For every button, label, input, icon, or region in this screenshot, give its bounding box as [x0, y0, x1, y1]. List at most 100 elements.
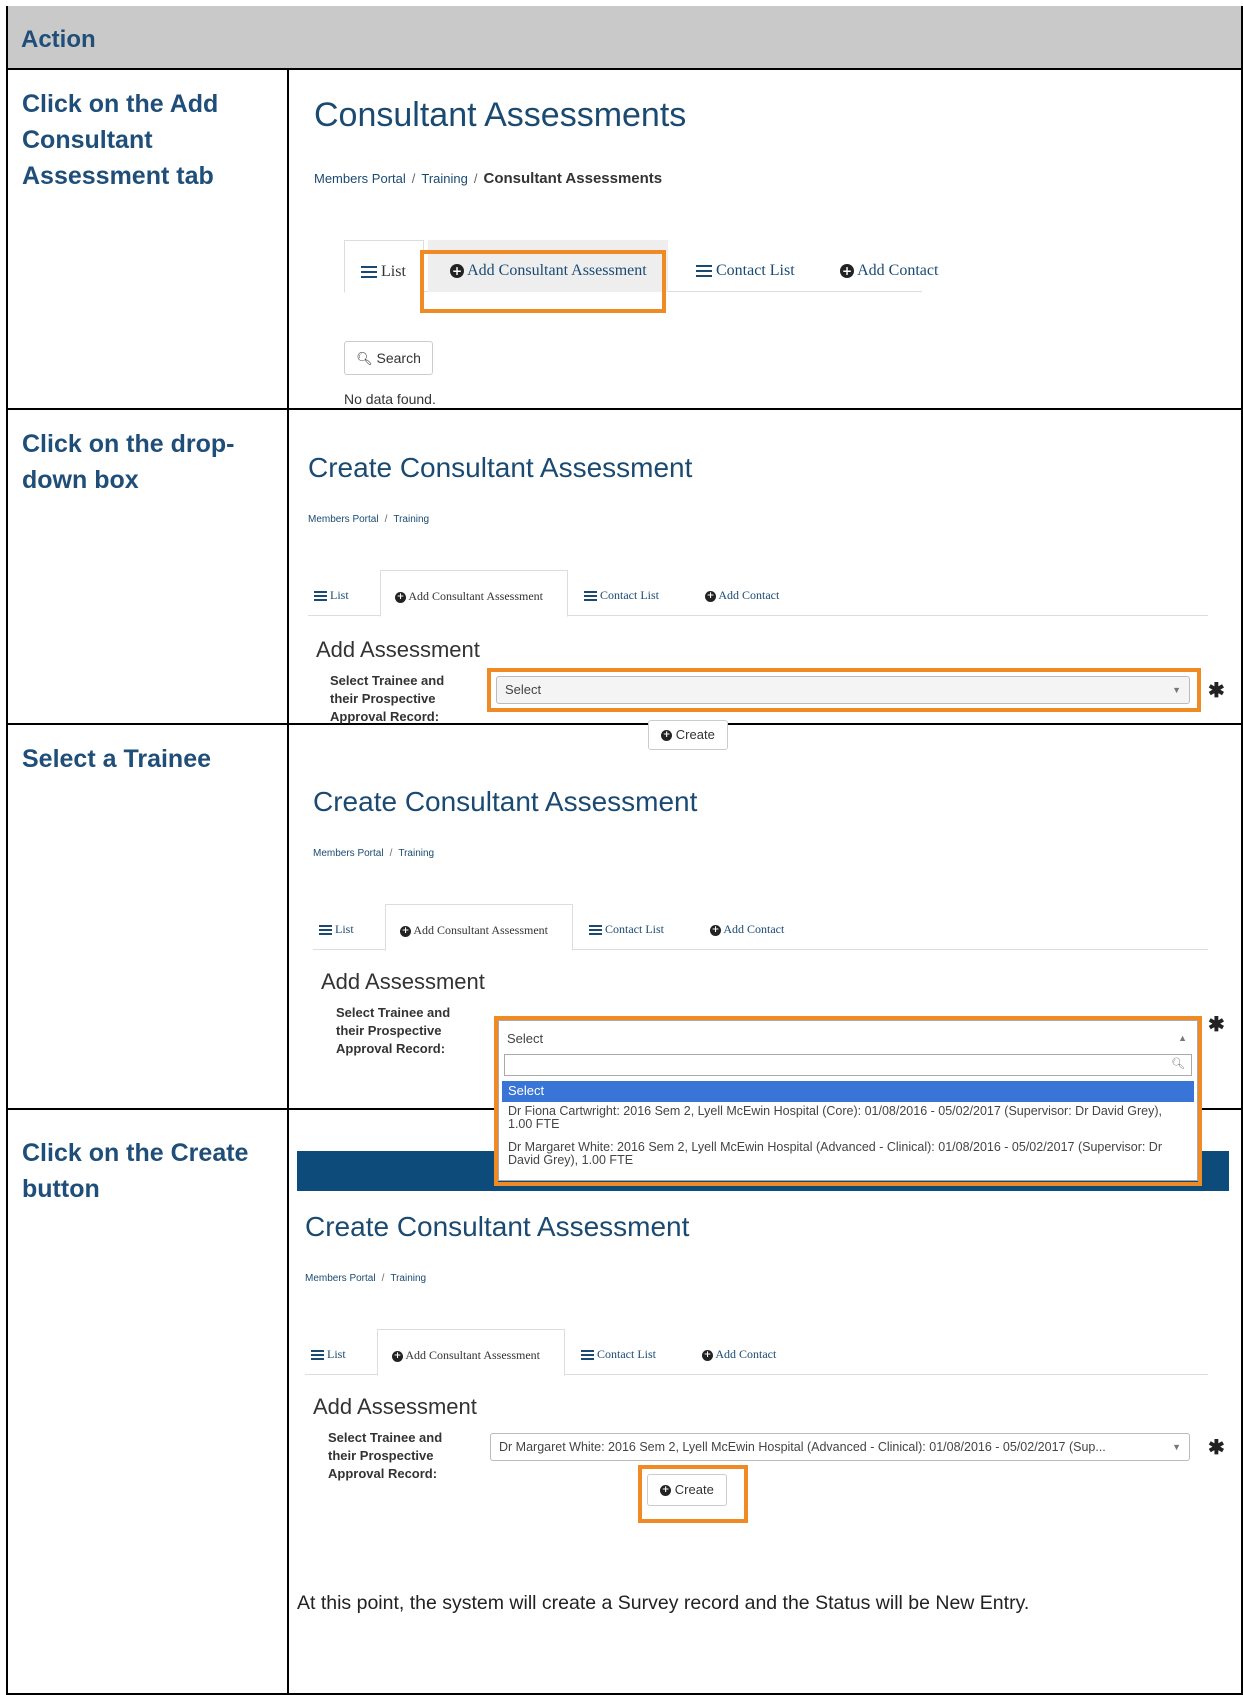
breadcrumb-training[interactable]: Training	[393, 514, 429, 525]
plus-circle-icon: +	[395, 591, 406, 603]
field-label: Select Trainee and their Prospective App…	[330, 673, 445, 724]
trainee-select[interactable]: Dr Margaret White: 2016 Sem 2, Lyell McE…	[490, 1433, 1190, 1461]
tab-list-label: List	[327, 1347, 346, 1361]
page-title: Create Consultant Assessment	[308, 452, 693, 483]
breadcrumb: Members Portal / Training	[313, 848, 435, 859]
step-2-label: Click on the drop-down box	[22, 430, 235, 494]
breadcrumb-members-portal[interactable]: Members Portal	[313, 848, 384, 859]
page-title: Consultant Assessments	[314, 96, 687, 134]
tab-add-contact[interactable]: + Add Contact	[840, 240, 938, 280]
tab-add-contact[interactable]: + Add Contact	[702, 1329, 776, 1362]
breadcrumb-training[interactable]: Training	[398, 848, 434, 859]
tab-list[interactable]: List	[344, 240, 424, 293]
breadcrumb: Members Portal / Training / Consultant Asses…	[314, 170, 663, 187]
tab-bar: List + Add Consultant Assessment Contact…	[308, 570, 1208, 617]
instruction-table: Action Click on the Add Consultant Asses…	[6, 6, 1243, 1695]
plus-circle-icon: +	[840, 264, 854, 279]
tab-add-consultant-assessment-label: Add Consultant Assessment	[413, 923, 549, 937]
list-icon	[696, 265, 712, 278]
tab-contact-list[interactable]: Contact List	[581, 1329, 656, 1362]
field-label: Select Trainee and their Prospective App…	[328, 1430, 443, 1481]
plus-circle-icon: +	[705, 590, 716, 602]
tab-add-consultant-assessment[interactable]: + Add Consultant Assessment	[377, 1329, 565, 1376]
tab-list-label: List	[330, 588, 349, 602]
tab-contact-list[interactable]: Contact List	[584, 570, 659, 603]
table-header: Action	[8, 6, 1241, 70]
create-button-label: Create	[674, 1482, 714, 1497]
status-note: At this point, the system will create a …	[297, 1592, 1030, 1614]
search-button[interactable]: 🔍︎ Search	[344, 341, 433, 375]
chevron-down-icon: ▼	[1172, 1442, 1181, 1452]
tab-add-contact-label: Add Contact	[715, 1347, 777, 1361]
tab-add-contact-label: Add Contact	[723, 922, 785, 936]
tab-list-label: List	[335, 922, 354, 936]
tab-contact-list[interactable]: Contact List	[589, 904, 664, 937]
tab-contact-list-label: Contact List	[600, 588, 659, 602]
create-button-label: Create	[675, 727, 715, 742]
tab-add-consultant-assessment-label: Add Consultant Assessment	[408, 589, 544, 603]
breadcrumb: Members Portal / Training	[305, 1273, 427, 1284]
create-button[interactable]: + Create	[647, 1474, 727, 1506]
search-icon: 🔍︎	[356, 352, 373, 367]
section-heading: Add Assessment	[313, 1394, 477, 1419]
section-heading: Add Assessment	[321, 969, 485, 994]
row-divider	[8, 408, 1241, 410]
header-title: Action	[21, 26, 96, 53]
page-title: Create Consultant Assessment	[305, 1211, 690, 1242]
tab-add-contact-label: Add Contact	[857, 262, 939, 279]
field-label: Select Trainee and their Prospective App…	[336, 1005, 451, 1056]
breadcrumb-training[interactable]: Training	[421, 171, 467, 186]
plus-circle-icon: +	[702, 1349, 713, 1361]
tab-contact-list-label: Contact List	[716, 262, 795, 279]
tab-bar: List + Add Consultant Assessment Contact…	[313, 904, 1208, 951]
tab-bar: List + Add Consultant Assessment Contact…	[305, 1329, 1208, 1376]
tab-add-consultant-assessment[interactable]: + Add Consultant Assessment	[380, 570, 568, 617]
highlight-box	[487, 668, 1201, 712]
list-icon	[581, 1350, 594, 1361]
list-icon	[314, 591, 327, 602]
plus-circle-icon: +	[710, 924, 721, 936]
breadcrumb: Members Portal / Training	[308, 514, 430, 525]
search-button-label: Search	[376, 350, 421, 366]
section-heading: Add Assessment	[316, 637, 480, 662]
tab-list-label: List	[381, 263, 406, 280]
tab-list[interactable]: List	[319, 904, 354, 937]
list-icon	[584, 591, 597, 602]
tab-add-contact[interactable]: + Add Contact	[710, 904, 784, 937]
highlight-box	[420, 250, 666, 313]
select-value: Dr Margaret White: 2016 Sem 2, Lyell McE…	[499, 1440, 1106, 1454]
breadcrumb-members-portal[interactable]: Members Portal	[308, 514, 379, 525]
tab-contact-list-label: Contact List	[597, 1347, 656, 1361]
page-title: Create Consultant Assessment	[313, 786, 698, 817]
list-icon	[589, 925, 602, 936]
plus-circle-icon: +	[660, 1485, 672, 1497]
required-icon: ✱	[1208, 680, 1225, 702]
create-button[interactable]: + Create	[648, 720, 728, 750]
step-1-label: Click on the Add Consultant Assessment t…	[22, 90, 219, 190]
required-icon: ✱	[1208, 1437, 1225, 1459]
highlight-box	[494, 1016, 1202, 1186]
tab-contact-list[interactable]: Contact List	[696, 240, 795, 280]
breadcrumb-training[interactable]: Training	[390, 1273, 426, 1284]
plus-circle-icon: +	[400, 925, 411, 937]
list-icon	[319, 925, 332, 936]
plus-circle-icon: +	[661, 730, 673, 742]
breadcrumb-members-portal[interactable]: Members Portal	[305, 1273, 376, 1284]
tab-contact-list-label: Contact List	[605, 922, 664, 936]
tab-list[interactable]: List	[311, 1329, 346, 1362]
step-4-label: Click on the Create button	[22, 1139, 249, 1203]
list-icon	[311, 1350, 324, 1361]
list-icon	[361, 266, 377, 279]
breadcrumb-members-portal[interactable]: Members Portal	[314, 171, 406, 186]
tab-add-consultant-assessment[interactable]: + Add Consultant Assessment	[385, 904, 573, 951]
required-icon: ✱	[1208, 1014, 1225, 1036]
tab-list[interactable]: List	[314, 570, 349, 603]
tab-add-contact-label: Add Contact	[718, 588, 780, 602]
tab-add-consultant-assessment-label: Add Consultant Assessment	[405, 1348, 541, 1362]
plus-circle-icon: +	[392, 1350, 403, 1362]
breadcrumb-current: Consultant Assessments	[483, 170, 663, 187]
step-3-label: Select a Trainee	[22, 745, 212, 773]
empty-message: No data found.	[344, 391, 436, 407]
tab-add-contact[interactable]: + Add Contact	[705, 570, 779, 603]
row-divider	[8, 723, 1241, 725]
